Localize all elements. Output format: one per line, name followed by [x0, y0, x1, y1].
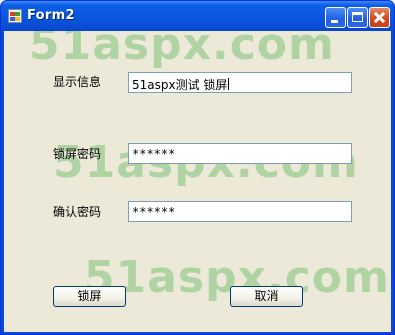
- watermark-text: 51aspx.com: [29, 31, 335, 70]
- minimize-button[interactable]: [325, 7, 346, 28]
- close-icon: [370, 8, 389, 27]
- close-button[interactable]: [369, 7, 390, 28]
- minimize-icon: [331, 20, 338, 23]
- cancel-button[interactable]: 取消: [230, 286, 303, 307]
- title-bar[interactable]: Form2: [1, 1, 394, 31]
- text-caret: [228, 78, 230, 90]
- confirm-password-label: 确认密码: [53, 205, 102, 219]
- display-info-value: 51aspx测试 锁屏: [132, 78, 228, 92]
- display-info-label: 显示信息: [53, 75, 102, 89]
- window-title: Form2: [27, 8, 75, 23]
- lock-password-label: 锁屏密码: [53, 147, 102, 161]
- lock-button[interactable]: 锁屏: [53, 286, 126, 307]
- confirm-password-input[interactable]: ******: [128, 201, 352, 222]
- confirm-password-value: ******: [132, 205, 176, 219]
- lock-password-input[interactable]: ******: [128, 143, 352, 164]
- form-client-area: 51aspx.com 51aspx.com 51aspx.com 显示信息 51…: [4, 31, 391, 332]
- display-info-input[interactable]: 51aspx测试 锁屏: [128, 72, 352, 93]
- maximize-button[interactable]: [347, 7, 368, 28]
- maximize-icon: [352, 12, 363, 22]
- form2-window: Form2 51aspx.com 51aspx.com 51aspx.com 显…: [0, 0, 395, 335]
- form-app-icon[interactable]: [8, 9, 22, 23]
- lock-password-value: ******: [132, 147, 176, 161]
